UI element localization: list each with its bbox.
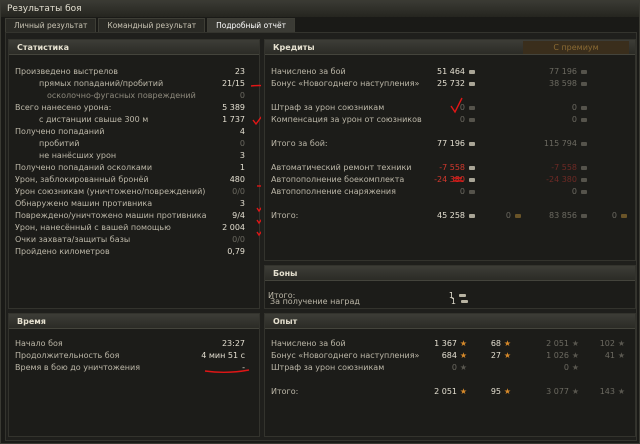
xp-star-icon: ★: [571, 351, 579, 360]
xp-label: Штраф за урон союзникам: [271, 363, 385, 372]
premium-xp-value: 0: [563, 363, 569, 372]
xp-row: Начислено за бой 1 367 ★ 68 ★ 2 051 ★ 102 ★: [265, 338, 635, 349]
xp-value: 0: [451, 363, 457, 372]
xp-row: Бонус «Новогоднего наступления» 684 ★ 27 ★ 1 …: [265, 350, 635, 361]
bond-row: Итого: 1: [262, 290, 632, 301]
xp-value: 684: [441, 351, 457, 360]
xp-label: Бонус «Новогоднего наступления»: [271, 351, 420, 360]
free-xp-value: 68: [490, 339, 501, 348]
free-xp-value: 27: [490, 351, 501, 360]
xp-star-icon: ★: [459, 351, 467, 360]
battle-results-window: Результаты боя Личный результат Командны…: [0, 0, 640, 444]
free-xp-star-icon: ★: [503, 351, 511, 360]
xp-value: 1 367: [434, 339, 457, 348]
bond-label: Итого:: [268, 291, 296, 300]
xp-star-icon: ★: [571, 339, 579, 348]
xp-star-icon: ★: [571, 363, 579, 372]
xp-label: Начислено за бой: [271, 339, 346, 348]
experience-header: Опыт: [265, 314, 635, 329]
free-xp-star-icon: ★: [617, 339, 625, 348]
premium-xp-value: 2 051: [546, 339, 569, 348]
bonds-header: Боны: [265, 266, 635, 281]
time-panel: Время Начало боя 23:27 Продолжительность …: [8, 313, 260, 437]
premium-xp-value: 3 077: [546, 387, 569, 396]
xp-row: Штраф за урон союзникам 0 ★ 0 ★: [265, 362, 635, 373]
xp-label: Итого:: [271, 387, 299, 396]
credits-panel: Кредиты С премиум Начислено за бой 51 464…: [264, 39, 636, 261]
red-annotation-marks: [450, 97, 463, 182]
free-xp-value: 95: [490, 387, 501, 396]
tab-team-result[interactable]: Командный результат: [98, 18, 206, 32]
premium-free-xp-value: 102: [599, 339, 615, 348]
xp-star-icon: ★: [459, 363, 467, 372]
premium-free-xp-value: 41: [604, 351, 615, 360]
experience-panel: Опыт Начислено за бой 1 367 ★ 68 ★ 2 051 ★ 102 ★…: [264, 313, 636, 437]
red-annotation-marks: [250, 84, 261, 237]
tab-bar: Личный результат Командный результат Под…: [5, 18, 295, 32]
free-xp-star-icon: ★: [617, 387, 625, 396]
bond-value: 1: [448, 291, 454, 300]
tab-personal-result[interactable]: Личный результат: [5, 18, 97, 32]
window-title: Результаты боя: [1, 1, 639, 17]
statistics-panel: Статистика Произведено выстрелов 23 прямы…: [8, 39, 261, 309]
premium-xp-value: 1 026: [546, 351, 569, 360]
xp-value: 2 051: [434, 387, 457, 396]
xp-star-icon: ★: [459, 387, 467, 396]
xp-star-icon: ★: [571, 387, 579, 396]
free-xp-star-icon: ★: [503, 387, 511, 396]
xp-row: Итого: 2 051 ★ 95 ★ 3 077 ★ 143 ★: [265, 386, 635, 397]
premium-free-xp-value: 143: [599, 387, 615, 396]
xp-star-icon: ★: [459, 339, 467, 348]
free-xp-star-icon: ★: [503, 339, 511, 348]
free-xp-star-icon: ★: [617, 351, 625, 360]
red-underline-mark: [204, 369, 250, 373]
report-content: Статистика Произведено выстрелов 23 прямы…: [5, 32, 637, 441]
bonds-icon: [459, 294, 466, 297]
tab-detailed-report[interactable]: Подробный отчёт: [207, 18, 295, 32]
